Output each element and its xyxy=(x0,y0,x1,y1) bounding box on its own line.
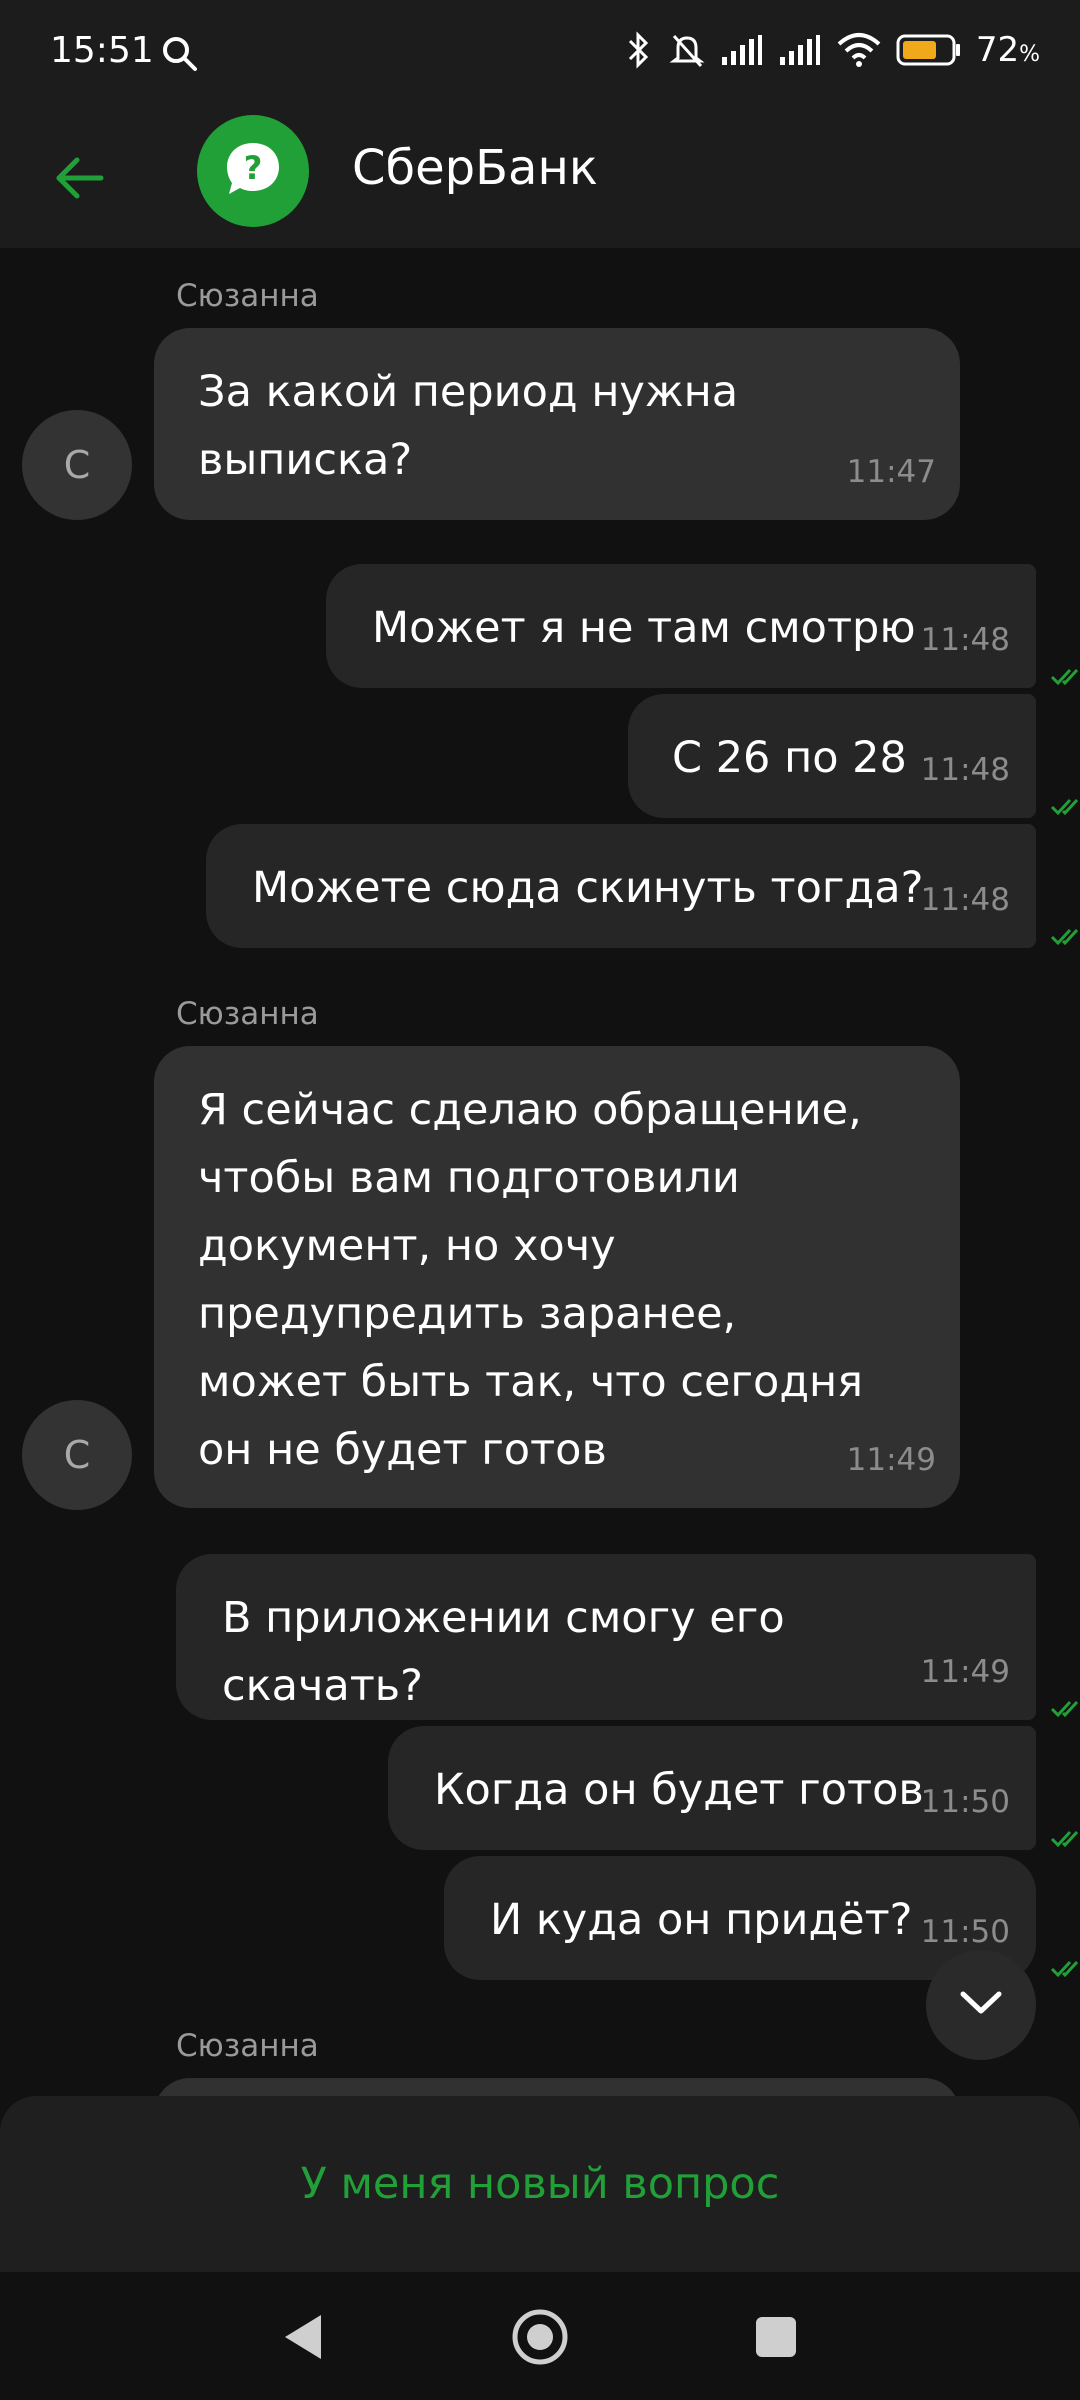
system-nav-bar xyxy=(0,2272,1080,2400)
battery-icon xyxy=(896,33,962,67)
scroll-down-button[interactable] xyxy=(926,1950,1036,2060)
signal-icon xyxy=(778,33,822,67)
chat-title: СберБанк xyxy=(352,140,598,196)
message-text: И куда он придёт? xyxy=(490,1895,913,1945)
sender-name: Сюзанна xyxy=(176,278,319,314)
nav-home-button[interactable] xyxy=(505,2302,575,2372)
double-check-icon xyxy=(1050,928,1079,946)
message-bubble-incoming[interactable]: За какой период нужна выписка? 11:47 xyxy=(154,328,960,520)
message-text: Когда он будет готов xyxy=(434,1765,924,1815)
double-check-icon xyxy=(1050,798,1079,816)
sender-name: Сюзанна xyxy=(176,2028,319,2064)
message-bubble-outgoing[interactable]: Когда он будет готов 11:50 xyxy=(388,1726,1079,1850)
new-question-button[interactable]: У меня новый вопрос xyxy=(301,2159,780,2209)
message-text: Может я не там смотрю xyxy=(372,603,916,653)
question-chat-icon: ? xyxy=(223,139,283,203)
nav-back-button[interactable] xyxy=(268,2302,338,2372)
bottom-panel: У меня новый вопрос xyxy=(0,2096,1080,2272)
message-time: 11:50 xyxy=(920,1784,1010,1820)
avatar: С xyxy=(22,410,132,520)
avatar: С xyxy=(22,1400,132,1510)
back-button[interactable] xyxy=(44,140,114,220)
message-text: Можете сюда скинуть тогда? xyxy=(252,863,924,913)
svg-text:?: ? xyxy=(244,149,263,187)
message-text: В приложении смогу его скачать? xyxy=(222,1593,785,1711)
mute-bell-icon xyxy=(668,30,706,70)
chat-header: ? СберБанк xyxy=(0,110,1080,248)
message-time: 11:49 xyxy=(920,1654,1010,1690)
battery-percent: 72% xyxy=(975,30,1040,70)
search-icon xyxy=(160,34,200,74)
sender-name: Сюзанна xyxy=(176,996,319,1032)
message-time: 11:48 xyxy=(920,752,1010,788)
message-time: 11:48 xyxy=(920,882,1010,918)
chevron-down-icon xyxy=(959,1989,1003,2021)
message-text: Я сейчас сделаю обращение, чтобы вам под… xyxy=(198,1085,864,1475)
nav-recents-button[interactable] xyxy=(741,2302,811,2372)
bluetooth-icon xyxy=(624,30,654,70)
wifi-icon xyxy=(836,32,882,68)
double-check-icon xyxy=(1050,1830,1079,1848)
double-check-icon xyxy=(1050,1960,1079,1978)
message-bubble-outgoing[interactable]: Можете сюда скинуть тогда? 11:48 xyxy=(206,824,1079,948)
double-check-icon xyxy=(1050,668,1079,686)
bank-avatar[interactable]: ? xyxy=(197,115,309,227)
message-bubble-incoming[interactable] xyxy=(154,2078,960,2098)
message-bubble-outgoing[interactable]: С 26 по 28 11:48 xyxy=(628,694,1079,818)
message-time: 11:49 xyxy=(846,1442,936,1478)
message-bubble-incoming[interactable]: Я сейчас сделаю обращение, чтобы вам под… xyxy=(154,1046,960,1508)
message-bubble-outgoing[interactable]: В приложении смогу его скачать? 11:49 xyxy=(176,1554,1079,1720)
message-text: За какой период нужна выписка? xyxy=(198,367,739,485)
recents-icon xyxy=(756,2317,796,2357)
message-list[interactable]: Сюзанна С За какой период нужна выписка?… xyxy=(0,248,1080,2098)
message-text: С 26 по 28 xyxy=(672,733,907,783)
message-time: 11:48 xyxy=(920,622,1010,658)
status-bar: 15:51 72% xyxy=(0,0,1080,110)
back-icon xyxy=(285,2315,321,2359)
message-time: 11:47 xyxy=(846,454,936,490)
home-icon xyxy=(512,2309,568,2365)
double-check-icon xyxy=(1050,1700,1079,1718)
message-bubble-outgoing[interactable]: Может я не там смотрю 11:48 xyxy=(326,564,1079,688)
arrow-left-icon xyxy=(53,156,105,204)
status-time: 15:51 xyxy=(50,30,154,71)
signal-icon xyxy=(720,33,764,67)
